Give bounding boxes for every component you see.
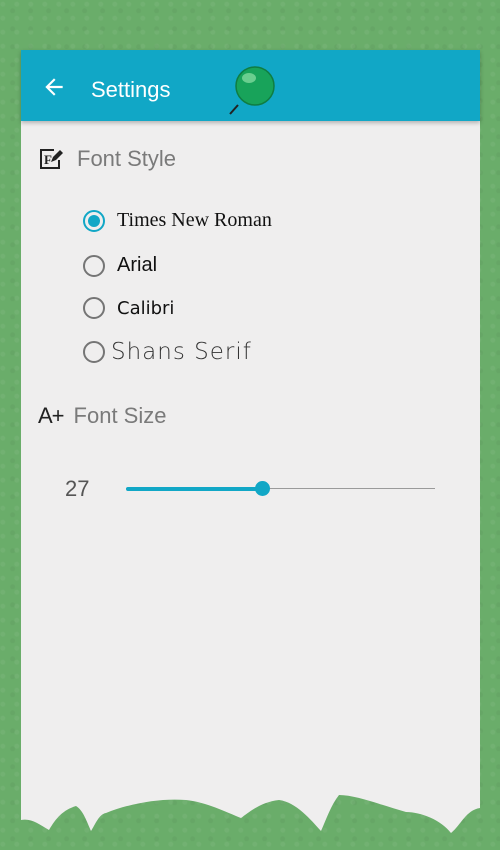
radio-arial[interactable]: Arial bbox=[83, 254, 157, 277]
option-label: Calibri bbox=[117, 297, 175, 319]
font-size-value: 27 bbox=[65, 476, 90, 501]
font-size-label: Font Size bbox=[73, 403, 167, 428]
radio-button-selected[interactable] bbox=[83, 209, 105, 232]
radio-calibri[interactable]: Calibri bbox=[83, 297, 174, 319]
option-label: Times New Roman bbox=[117, 209, 272, 231]
green-pin-icon bbox=[229, 66, 275, 115]
arrow-left-icon[interactable] bbox=[41, 74, 67, 100]
font-style-label: Font Style bbox=[77, 146, 177, 171]
option-label: Shans Serif bbox=[111, 339, 252, 365]
radio-button[interactable] bbox=[83, 297, 105, 319]
settings-panel: Settings F Font Style Times New Roman Ar… bbox=[21, 50, 480, 840]
slider-thumb[interactable] bbox=[254, 481, 270, 496]
font-edit-icon: F bbox=[40, 149, 63, 169]
font-size-slider[interactable] bbox=[126, 481, 435, 496]
option-label: Arial bbox=[117, 254, 158, 276]
font-size-header: A+ Font Size bbox=[38, 403, 166, 429]
app-bar: Settings bbox=[21, 50, 480, 121]
page-title: Settings bbox=[91, 77, 171, 102]
radio-shans-serif[interactable]: Shans Serif bbox=[83, 339, 252, 365]
slider-fill bbox=[126, 487, 262, 491]
radio-button[interactable] bbox=[83, 254, 105, 277]
font-style-header: F Font Style bbox=[37, 146, 176, 172]
svg-text:F: F bbox=[44, 152, 52, 167]
radio-times-new-roman[interactable]: Times New Roman bbox=[83, 209, 272, 232]
font-size-increase-icon: A+ bbox=[38, 403, 65, 428]
radio-button[interactable] bbox=[83, 341, 105, 363]
